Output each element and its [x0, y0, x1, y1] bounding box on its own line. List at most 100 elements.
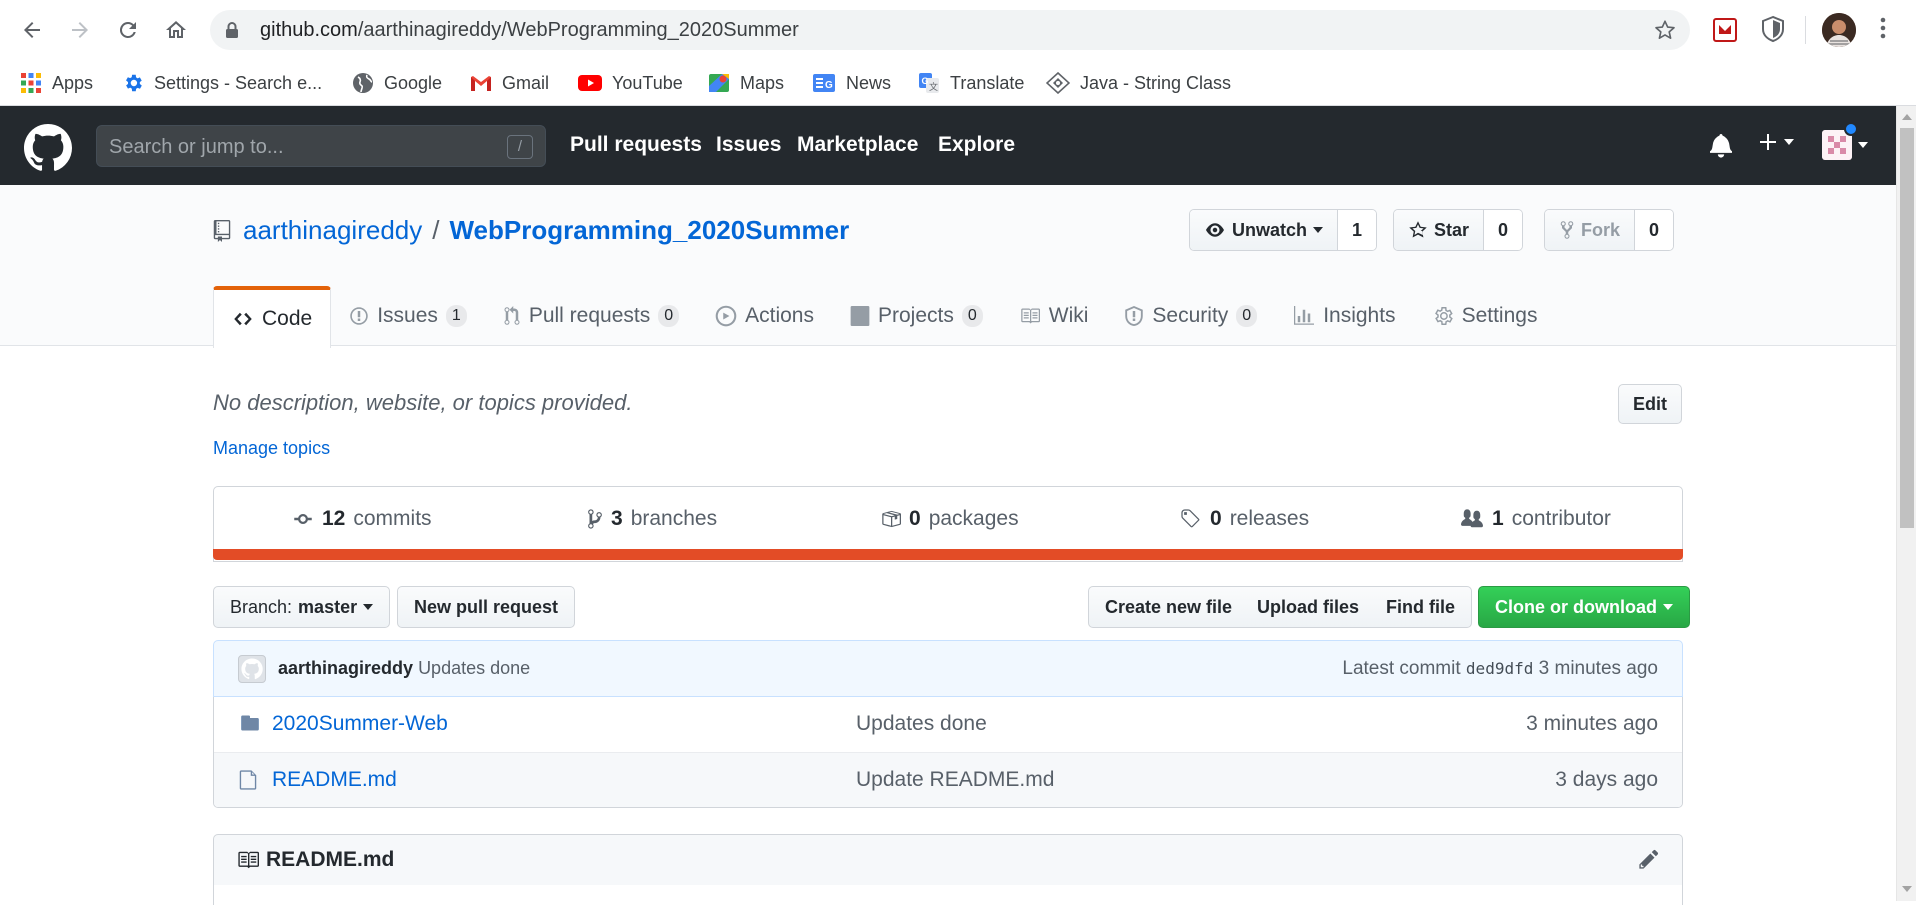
- lock-icon: [226, 22, 238, 38]
- scroll-down-arrow-icon[interactable]: [1902, 886, 1912, 892]
- bookmark-label: Apps: [52, 72, 94, 93]
- tab-label: Security: [1152, 304, 1229, 327]
- tab-actions[interactable]: Actions: [697, 286, 832, 346]
- profile-avatar[interactable]: [1822, 13, 1856, 47]
- file-commit-message-link[interactable]: Update README.md: [856, 768, 1054, 792]
- bookmark-maps[interactable]: Maps: [708, 68, 784, 98]
- back-button[interactable]: [14, 12, 50, 48]
- branch-name: master: [298, 596, 358, 617]
- manage-topics-link[interactable]: Manage topics: [213, 438, 330, 459]
- tab-label: Projects: [878, 304, 954, 327]
- home-button[interactable]: [158, 12, 194, 48]
- notifications-bell-icon[interactable]: [1710, 132, 1732, 158]
- stargazers-count[interactable]: 0: [1484, 210, 1523, 250]
- bookmark-news[interactable]: G News: [812, 68, 891, 98]
- summary-branches[interactable]: 3 branches: [587, 507, 717, 531]
- pencil-icon[interactable]: [1638, 848, 1660, 870]
- new-pull-request-button[interactable]: New pull request: [397, 586, 576, 628]
- bookmark-java-string-class[interactable]: Java - String Class: [1046, 68, 1231, 98]
- create-new-file-button[interactable]: Create new file: [1088, 586, 1250, 628]
- bookmark-star-icon[interactable]: [1654, 19, 1676, 41]
- tab-projects[interactable]: Projects 0: [832, 286, 1001, 346]
- edit-description-button[interactable]: Edit: [1618, 384, 1682, 424]
- commit-author-avatar[interactable]: [238, 655, 266, 683]
- scrollbar-thumb[interactable]: [1900, 128, 1914, 528]
- bookmark-youtube[interactable]: YouTube: [578, 68, 683, 98]
- fork-button[interactable]: Fork: [1545, 210, 1636, 250]
- kebab-menu-icon: [1880, 17, 1886, 39]
- commit-message-link[interactable]: Updates done: [418, 658, 530, 678]
- extension-mcafee-icon[interactable]: [1712, 15, 1738, 43]
- bookmark-gmail[interactable]: Gmail: [470, 68, 549, 98]
- profile-photo-icon: [1822, 13, 1856, 47]
- tab-wiki[interactable]: Wiki: [1001, 286, 1107, 346]
- nav-marketplace[interactable]: Marketplace: [797, 133, 918, 157]
- packages-label: packages: [928, 507, 1019, 530]
- address-bar[interactable]: github.com/aarthinagireddy/WebProgrammin…: [210, 10, 1690, 50]
- bookmark-google[interactable]: Google: [352, 68, 442, 98]
- clone-or-download-button[interactable]: Clone or download: [1478, 586, 1690, 628]
- reload-icon: [119, 21, 136, 38]
- reload-button[interactable]: [110, 12, 146, 48]
- watchers-count[interactable]: 1: [1338, 210, 1377, 250]
- user-menu-dropdown[interactable]: [1822, 122, 1868, 160]
- summary-commits[interactable]: 12 commits: [292, 507, 432, 531]
- forks-count[interactable]: 0: [1635, 210, 1674, 250]
- file-name-link[interactable]: README.md: [272, 768, 397, 792]
- summary-releases[interactable]: 0 releases: [1180, 507, 1309, 531]
- bookmark-label: Gmail: [502, 72, 550, 93]
- repo-owner-link[interactable]: aarthinagireddy: [243, 215, 422, 246]
- gmail-icon: [471, 76, 491, 91]
- forward-button[interactable]: [62, 12, 98, 48]
- find-file-button[interactable]: Find file: [1370, 586, 1472, 628]
- watch-button-group: Unwatch 1: [1189, 209, 1378, 251]
- tab-code[interactable]: Code: [213, 286, 332, 348]
- youtube-icon: [578, 75, 602, 91]
- star-button[interactable]: Star: [1394, 210, 1485, 250]
- bookmark-apps[interactable]: Apps: [20, 68, 93, 98]
- commit-author-link[interactable]: aarthinagireddy: [278, 658, 413, 678]
- tab-insights[interactable]: Insights: [1275, 286, 1413, 346]
- chevron-down-icon: [363, 604, 374, 610]
- create-new-dropdown[interactable]: [1758, 132, 1794, 152]
- repo-path-separator: /: [432, 215, 440, 245]
- globe-icon: [353, 73, 373, 93]
- summary-packages[interactable]: 0 packages: [881, 507, 1019, 531]
- tab-settings[interactable]: Settings: [1414, 286, 1556, 346]
- repo-name-link[interactable]: WebProgramming_2020Summer: [449, 215, 849, 246]
- tab-issues[interactable]: Issues 1: [331, 286, 485, 346]
- file-name-link[interactable]: 2020Summer-Web: [272, 712, 448, 736]
- upload-files-button[interactable]: Upload files: [1241, 586, 1377, 628]
- bookmark-label: Java - String Class: [1080, 72, 1232, 93]
- language-bar[interactable]: [213, 549, 1683, 560]
- security-counter: 0: [1236, 305, 1258, 327]
- bookmark-translate[interactable]: G文 Translate: [918, 68, 1024, 98]
- commits-count: 12: [322, 507, 346, 530]
- tab-security[interactable]: Security 0: [1106, 286, 1275, 346]
- folder-icon: [241, 715, 259, 731]
- octocat-avatar-icon: [241, 658, 263, 680]
- play-icon: [715, 305, 737, 327]
- nav-issues[interactable]: Issues: [716, 133, 781, 157]
- extension-shield-icon[interactable]: [1760, 15, 1786, 43]
- bookmark-settings[interactable]: Settings - Search e...: [122, 68, 322, 98]
- summary-contributors[interactable]: 1 contributor: [1460, 507, 1611, 531]
- browser-toolbar: github.com/aarthinagireddy/WebProgrammin…: [0, 0, 1916, 60]
- eye-icon: [1206, 223, 1224, 237]
- tab-pull-requests[interactable]: Pull requests 0: [485, 286, 697, 346]
- fork-icon: [1560, 221, 1574, 239]
- github-search-input[interactable]: Search or jump to... /: [96, 125, 546, 167]
- branch-select-button[interactable]: Branch: master: [213, 586, 391, 628]
- scroll-up-arrow-icon[interactable]: [1902, 114, 1912, 120]
- browser-menu-button[interactable]: [1880, 16, 1886, 40]
- page-scrollbar[interactable]: [1896, 106, 1916, 901]
- unwatch-button[interactable]: Unwatch: [1190, 210, 1339, 250]
- contributors-label: contributor: [1511, 507, 1611, 530]
- commit-sha-link[interactable]: ded9dfd: [1466, 659, 1533, 678]
- latest-commit-label: Latest commit: [1342, 658, 1461, 679]
- github-logo-icon[interactable]: [24, 124, 72, 172]
- file-row: README.md Update README.md 3 days ago: [214, 752, 1682, 807]
- nav-pull-requests[interactable]: Pull requests: [570, 133, 702, 157]
- file-commit-message-link[interactable]: Updates done: [856, 712, 987, 736]
- nav-explore[interactable]: Explore: [938, 133, 1015, 157]
